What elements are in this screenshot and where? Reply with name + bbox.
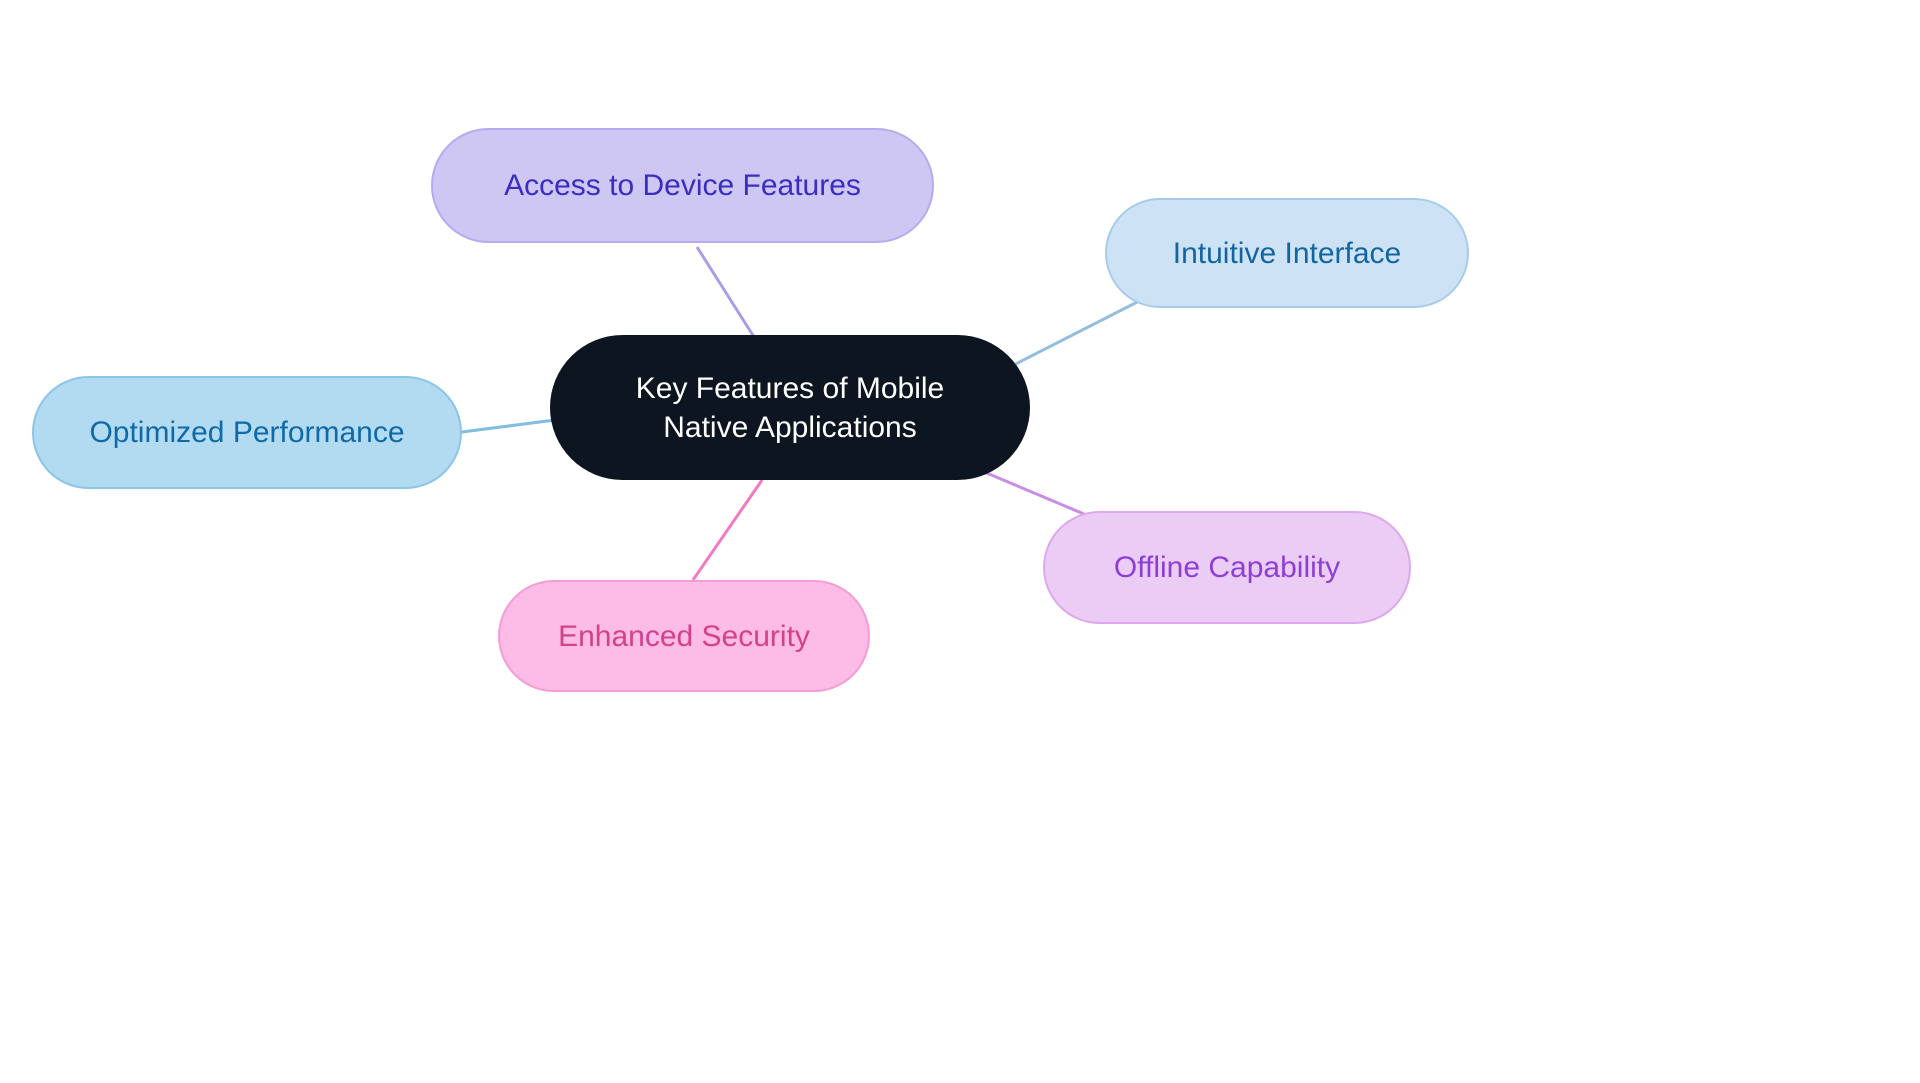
connector-line (697, 247, 754, 337)
connector-line (996, 296, 1149, 374)
mindmap-diagram: Key Features of Mobile Native Applicatio… (0, 0, 1920, 1083)
connector-line (693, 480, 762, 580)
center-node-label: Key Features of Mobile Native Applicatio… (598, 369, 982, 447)
connector-lines (0, 0, 1920, 1083)
connector-line (462, 420, 555, 432)
node-optimized-performance-label: Optimized Performance (89, 413, 404, 452)
node-offline-capability: Offline Capability (1043, 511, 1411, 624)
center-node: Key Features of Mobile Native Applicatio… (550, 335, 1030, 480)
node-enhanced-security-label: Enhanced Security (558, 617, 810, 656)
node-device-features-label: Access to Device Features (504, 166, 861, 205)
node-offline-capability-label: Offline Capability (1114, 548, 1340, 587)
node-optimized-performance: Optimized Performance (32, 376, 462, 489)
node-intuitive-interface: Intuitive Interface (1105, 198, 1469, 308)
node-enhanced-security: Enhanced Security (498, 580, 870, 692)
node-intuitive-interface-label: Intuitive Interface (1173, 234, 1401, 273)
node-device-features: Access to Device Features (431, 128, 934, 243)
